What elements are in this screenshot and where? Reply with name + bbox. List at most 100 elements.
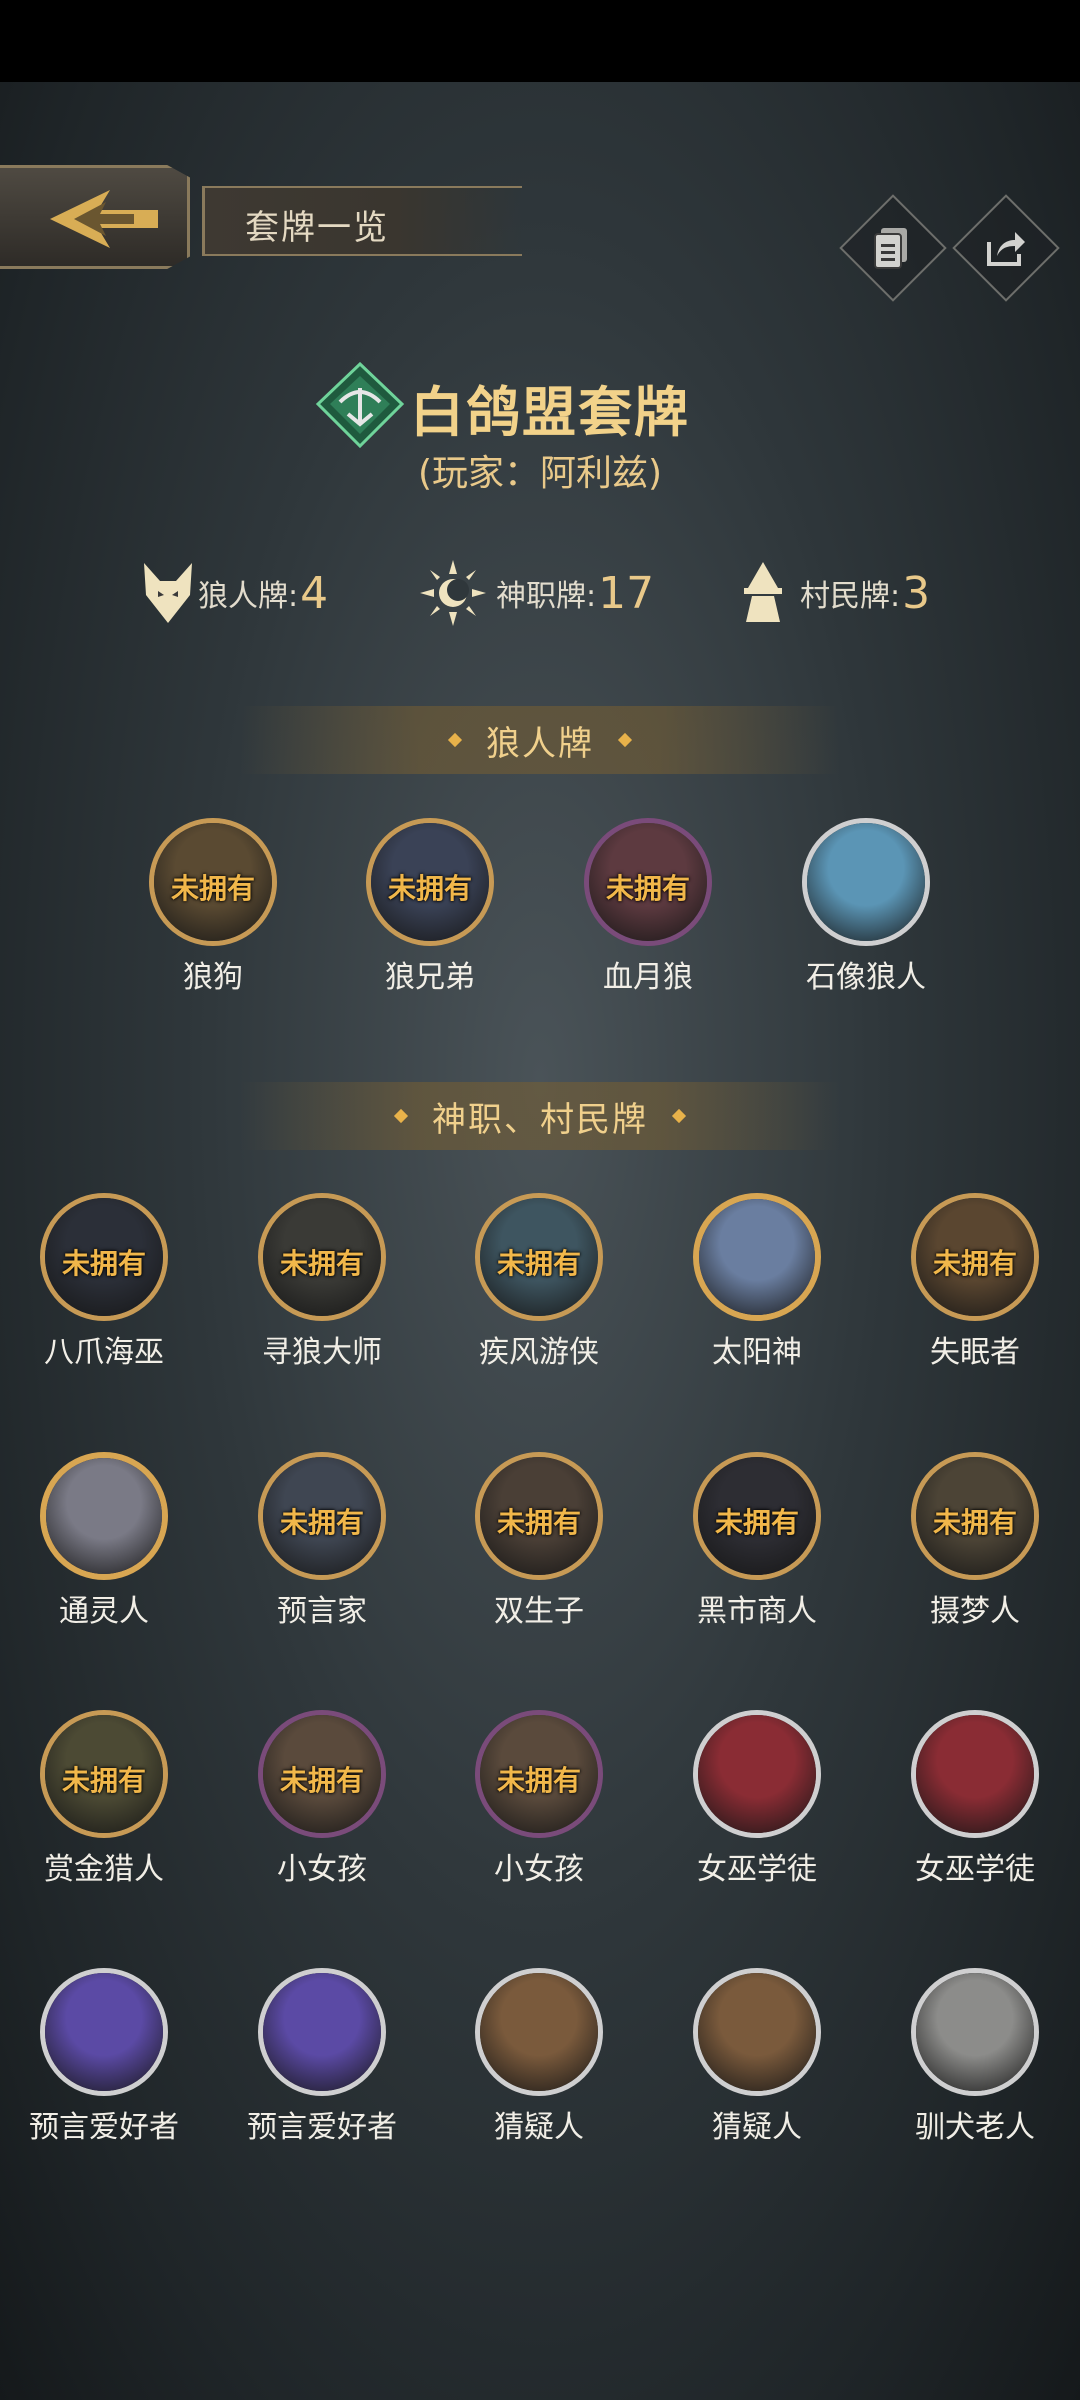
unowned-label: 未拥有: [279, 1247, 364, 1280]
role-card[interactable]: 未拥有 小女孩: [459, 1710, 619, 1888]
role-card[interactable]: 预言爱好者: [24, 1968, 184, 2146]
role-name: 小女孩: [277, 1852, 367, 1887]
portrait-image: [480, 1973, 598, 2091]
role-name: 太阳神: [712, 1335, 802, 1370]
role-card[interactable]: 太阳神: [677, 1193, 837, 1371]
unowned-label: 未拥有: [605, 872, 690, 905]
role-name: 预言爱好者: [247, 2110, 397, 2145]
role-portrait: [693, 1968, 821, 2096]
role-card[interactable]: 未拥有 狼狗: [133, 818, 293, 996]
portrait-image: [916, 1715, 1034, 1833]
role-name: 狼狗: [183, 960, 243, 995]
role-name: 摄梦人: [930, 1594, 1020, 1629]
role-card[interactable]: 未拥有 预言家: [242, 1452, 402, 1630]
role-portrait: 未拥有: [911, 1193, 1039, 1321]
role-card[interactable]: 通灵人: [24, 1452, 184, 1630]
role-card[interactable]: 女巫学徒: [677, 1710, 837, 1888]
role-card[interactable]: 猜疑人: [677, 1968, 837, 2146]
role-name: 女巫学徒: [915, 1852, 1035, 1887]
role-name: 双生子: [494, 1594, 584, 1629]
role-portrait: 未拥有: [258, 1452, 386, 1580]
unowned-label: 未拥有: [496, 1506, 581, 1539]
role-name: 寻狼大师: [262, 1335, 382, 1370]
unowned-label: 未拥有: [932, 1506, 1017, 1539]
role-card[interactable]: 未拥有 狼兄弟: [350, 818, 510, 996]
role-name: 血月狼: [603, 960, 693, 995]
role-name: 石像狼人: [806, 960, 926, 995]
role-card[interactable]: 预言爱好者: [242, 1968, 402, 2146]
role-card[interactable]: 未拥有 黑市商人: [677, 1452, 837, 1630]
role-portrait: 未拥有: [258, 1193, 386, 1321]
status-bar: [0, 0, 1080, 82]
page-title-plate: 套牌一览: [202, 186, 522, 256]
role-name: 女巫学徒: [697, 1852, 817, 1887]
role-portrait: [693, 1193, 821, 1321]
role-name: 黑市商人: [697, 1594, 817, 1629]
unowned-label: 未拥有: [496, 1247, 581, 1280]
villager-icon: [744, 562, 782, 622]
white-dove-emblem-icon: [315, 362, 405, 448]
role-portrait: 未拥有: [40, 1193, 168, 1321]
role-portrait: 未拥有: [40, 1710, 168, 1838]
role-card[interactable]: 未拥有 赏金猎人: [24, 1710, 184, 1888]
role-name: 猜疑人: [494, 2110, 584, 2145]
role-portrait: [40, 1452, 168, 1580]
portrait-image: [263, 1973, 381, 2091]
role-card[interactable]: 驯犬老人: [895, 1968, 1055, 2146]
deck-list-button[interactable]: [839, 194, 947, 302]
sun-icon: [420, 560, 486, 626]
portrait-image: [916, 1973, 1034, 2091]
portrait-image: [46, 1458, 162, 1574]
role-portrait: 未拥有: [258, 1710, 386, 1838]
werewolf-count: 狼人牌: 4: [138, 555, 328, 631]
deck-name: 白鸽盟套牌: [410, 381, 690, 444]
role-card[interactable]: 未拥有 失眠者: [895, 1193, 1055, 1371]
back-arrow-icon: [50, 190, 158, 248]
portrait-image: [698, 1715, 816, 1833]
portrait-image: [699, 1199, 815, 1315]
portrait-image: [698, 1973, 816, 2091]
role-portrait: 未拥有: [475, 1193, 603, 1321]
role-portrait: 未拥有: [911, 1452, 1039, 1580]
role-card[interactable]: 石像狼人: [786, 818, 946, 996]
unowned-label: 未拥有: [932, 1247, 1017, 1280]
role-portrait: [258, 1968, 386, 2096]
role-card[interactable]: 未拥有 摄梦人: [895, 1452, 1055, 1630]
role-card[interactable]: 未拥有 疾风游侠: [459, 1193, 619, 1371]
unowned-label: 未拥有: [387, 872, 472, 905]
role-portrait: [802, 818, 930, 946]
role-portrait: [911, 1968, 1039, 2096]
share-button[interactable]: [952, 194, 1060, 302]
role-portrait: 未拥有: [475, 1452, 603, 1580]
god-count: 神职牌: 17: [420, 555, 654, 631]
role-card[interactable]: 未拥有 双生子: [459, 1452, 619, 1630]
role-name: 驯犬老人: [915, 2110, 1035, 2145]
role-portrait: [911, 1710, 1039, 1838]
unowned-label: 未拥有: [496, 1764, 581, 1797]
god-villager-section-header: 神职、村民牌: [240, 1082, 840, 1150]
back-button[interactable]: [0, 165, 190, 269]
role-card[interactable]: 未拥有 八爪海巫: [24, 1193, 184, 1371]
role-card[interactable]: 未拥有 小女孩: [242, 1710, 402, 1888]
role-name: 八爪海巫: [44, 1335, 164, 1370]
unowned-label: 未拥有: [714, 1506, 799, 1539]
role-portrait: [40, 1968, 168, 2096]
portrait-image: [45, 1973, 163, 2091]
role-card[interactable]: 未拥有 寻狼大师: [242, 1193, 402, 1371]
portrait-image: [807, 823, 925, 941]
document-icon: [874, 228, 907, 269]
unowned-label: 未拥有: [170, 872, 255, 905]
page-title: 套牌一览: [245, 208, 389, 248]
role-card[interactable]: 猜疑人: [459, 1968, 619, 2146]
unowned-label: 未拥有: [279, 1764, 364, 1797]
role-name: 失眠者: [930, 1335, 1020, 1370]
role-card[interactable]: 女巫学徒: [895, 1710, 1055, 1888]
werewolf-section-header: 狼人牌: [240, 706, 840, 774]
role-portrait: 未拥有: [366, 818, 494, 946]
role-name: 预言家: [277, 1594, 367, 1629]
role-portrait: 未拥有: [693, 1452, 821, 1580]
role-name: 疾风游侠: [479, 1335, 599, 1370]
diamond-bullet-icon: [447, 732, 463, 748]
role-portrait: 未拥有: [475, 1710, 603, 1838]
role-card[interactable]: 未拥有 血月狼: [568, 818, 728, 996]
